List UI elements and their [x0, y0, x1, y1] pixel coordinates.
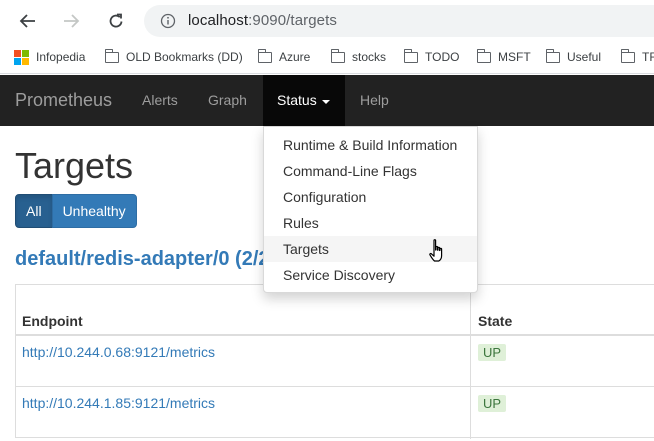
- url-path: /targets: [286, 12, 337, 29]
- bookmark-tr[interactable]: TR: [621, 48, 654, 64]
- reload-button[interactable]: [102, 7, 130, 35]
- microsoft-logo-icon: [14, 50, 29, 65]
- bookmark-old-bookmarks[interactable]: OLD Bookmarks (DD): [105, 48, 243, 64]
- column-header-state: State: [478, 313, 513, 329]
- page-title: Targets: [15, 145, 134, 186]
- bookmark-todo[interactable]: TODO: [404, 48, 460, 64]
- arrow-right-icon: [64, 14, 80, 28]
- folder-icon: [105, 48, 119, 63]
- menu-item-runtime-build-info[interactable]: Runtime & Build Information: [264, 132, 477, 158]
- bookmark-label: Useful: [567, 50, 602, 64]
- nav-alerts[interactable]: Alerts: [142, 92, 178, 108]
- forward-button[interactable]: [57, 7, 85, 35]
- bookmark-label: Infopedia: [36, 50, 86, 64]
- status-badge: UP: [478, 344, 507, 361]
- endpoint-link[interactable]: http://10.244.1.85:9121/metrics: [22, 395, 215, 411]
- caret-down-icon: [322, 100, 330, 104]
- bookmark-azure[interactable]: Azure: [258, 48, 311, 64]
- status-dropdown-menu: Runtime & Build Information Command-Line…: [263, 126, 478, 293]
- reload-icon: [109, 13, 123, 28]
- bookmark-label: TODO: [425, 50, 460, 64]
- bookmark-msft[interactable]: MSFT: [477, 48, 531, 64]
- menu-item-command-line-flags[interactable]: Command-Line Flags: [264, 158, 477, 184]
- info-icon[interactable]: [160, 13, 176, 29]
- arrow-left-icon: [19, 14, 35, 28]
- bookmark-infopedia[interactable]: Infopedia: [14, 50, 86, 65]
- bookmark-label: MSFT: [498, 50, 531, 64]
- filter-all-button[interactable]: All: [15, 194, 53, 228]
- url-text: localhost:9090/targets: [188, 12, 337, 29]
- nav-status-label: Status: [277, 92, 317, 108]
- nav-help[interactable]: Help: [360, 92, 389, 108]
- hand-pointer-cursor-icon: [429, 239, 443, 262]
- bookmark-label: TR: [642, 50, 654, 64]
- bookmark-label: stocks: [352, 50, 387, 64]
- folder-icon: [546, 48, 560, 63]
- menu-item-configuration[interactable]: Configuration: [264, 184, 477, 210]
- folder-icon: [258, 48, 272, 63]
- filter-unhealthy-button[interactable]: Unhealthy: [51, 194, 137, 228]
- brand-link[interactable]: Prometheus: [15, 90, 112, 111]
- prometheus-navbar: Prometheus Alerts Graph Status Help: [0, 75, 654, 126]
- table-row: http://10.244.1.85:9121/metrics UP: [15, 387, 654, 438]
- bookmark-stocks[interactable]: stocks: [331, 48, 387, 64]
- browser-toolbar: localhost:9090/targets: [0, 0, 654, 42]
- table-row: http://10.244.0.68:9121/metrics UP: [15, 336, 654, 387]
- folder-icon: [331, 48, 345, 63]
- folder-icon: [621, 48, 635, 63]
- filter-button-group: All Unhealthy: [15, 194, 137, 228]
- url-port: :9090: [248, 12, 287, 29]
- bookmark-useful[interactable]: Useful: [546, 48, 602, 64]
- address-bar[interactable]: localhost:9090/targets: [144, 5, 654, 37]
- bookmarks-bar: Infopedia OLD Bookmarks (DD) Azure stock…: [0, 42, 654, 74]
- endpoint-link[interactable]: http://10.244.0.68:9121/metrics: [22, 344, 215, 360]
- bookmark-label: OLD Bookmarks (DD): [126, 50, 243, 64]
- folder-icon: [404, 48, 418, 63]
- column-header-endpoint: Endpoint: [22, 313, 83, 329]
- url-host: localhost: [188, 12, 249, 29]
- status-badge: UP: [478, 395, 507, 412]
- nav-graph[interactable]: Graph: [208, 92, 247, 108]
- folder-icon: [477, 48, 491, 63]
- menu-item-rules[interactable]: Rules: [264, 210, 477, 236]
- bookmark-label: Azure: [279, 50, 311, 64]
- nav-status[interactable]: Status: [263, 75, 345, 126]
- back-button[interactable]: [14, 7, 42, 35]
